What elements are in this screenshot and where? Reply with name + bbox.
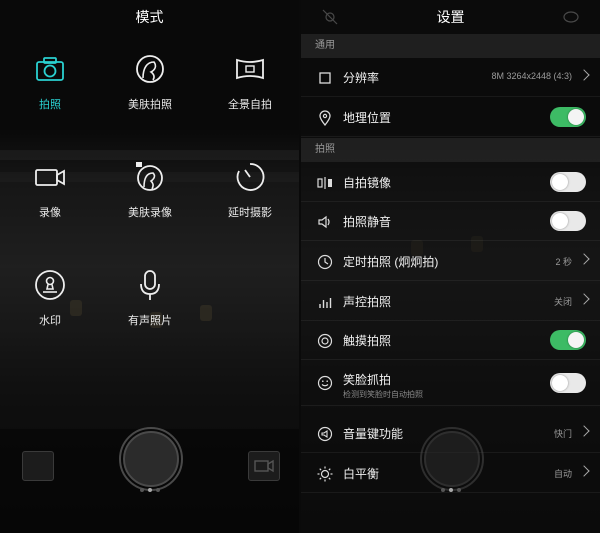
mode-watermark[interactable]: 水印 <box>0 268 100 328</box>
microphone-icon <box>140 270 160 300</box>
setting-label: 触摸拍照 <box>343 334 392 348</box>
mode-sound-photo[interactable]: 有声照片 <box>100 268 200 328</box>
camera-icon <box>36 57 64 81</box>
video-camera-icon <box>254 459 274 473</box>
gallery-thumbnail[interactable] <box>22 451 54 481</box>
setting-row-location[interactable]: 地理位置 <box>301 98 600 137</box>
section-header-photo: 拍照 <box>301 138 600 162</box>
setting-label: 自拍镜像 <box>343 176 392 190</box>
mode-video[interactable]: 录像 <box>0 160 100 220</box>
mode-panorama-selfie[interactable]: 全景自拍 <box>200 52 299 112</box>
smile-icon <box>317 375 333 391</box>
setting-label: 白平衡 <box>343 467 380 481</box>
square-icon <box>319 72 331 84</box>
sun-icon <box>317 466 333 482</box>
setting-label: 音量键功能 <box>343 427 404 441</box>
mode-beauty-video[interactable]: 美肤录像 <box>100 160 200 220</box>
setting-row-silent-shutter[interactable]: 拍照静音 <box>301 202 600 241</box>
page-indicator <box>130 479 170 497</box>
settings-title: 设置 <box>436 9 465 25</box>
setting-label: 拍照静音 <box>343 215 392 229</box>
setting-row-voice-control[interactable]: 声控拍照 关闭 <box>301 282 600 321</box>
setting-row-selfie-mirror[interactable]: 自拍镜像 <box>301 163 600 202</box>
mode-label: 延时摄影 <box>228 207 272 219</box>
clock-icon <box>317 254 333 270</box>
watermark-stamp-icon <box>35 270 65 300</box>
selfie-mirror-toggle[interactable] <box>550 172 586 192</box>
mode-beauty-photo[interactable]: 美肤拍照 <box>100 52 200 112</box>
chevron-right-icon <box>578 425 590 437</box>
mode-label: 全景自拍 <box>228 99 272 111</box>
location-toggle[interactable] <box>550 107 586 127</box>
setting-row-resolution[interactable]: 分辨率 8M 3264x2448 (4:3) <box>301 58 600 97</box>
setting-label: 地理位置 <box>343 111 392 125</box>
setting-label: 笑脸抓拍 <box>343 373 392 387</box>
touch-ring-icon <box>317 333 333 349</box>
setting-value: 关闭 <box>553 297 572 307</box>
setting-label: 定时拍照 (炯炯拍) <box>343 255 439 269</box>
setting-row-smile-capture[interactable]: 笑脸抓拍 检测到笑脸时自动拍照 <box>301 361 600 406</box>
mode-label: 拍照 <box>39 99 61 111</box>
beauty-video-icon <box>136 162 163 191</box>
smile-capture-toggle[interactable] <box>550 373 586 393</box>
setting-sublabel: 检测到笑脸时自动拍照 <box>343 390 423 399</box>
chevron-right-icon <box>578 253 590 265</box>
sound-bars-icon <box>319 298 332 308</box>
setting-label: 分辨率 <box>343 71 380 85</box>
mode-panel: 模式 拍照 美肤拍照 全景自拍 录像 美肤录像 延时摄影 水印 有声照片 <box>0 0 299 533</box>
setting-value: 2 秒 <box>555 257 572 267</box>
chevron-right-icon <box>578 465 590 477</box>
silent-shutter-toggle[interactable] <box>550 211 586 231</box>
location-pin-icon <box>319 110 331 126</box>
volume-key-icon <box>317 426 333 442</box>
mode-label: 有声照片 <box>128 315 172 327</box>
setting-row-touch-shot[interactable]: 触摸拍照 <box>301 321 600 360</box>
video-switch-button[interactable] <box>248 451 280 481</box>
setting-row-timer[interactable]: 定时拍照 (炯炯拍) 2 秒 <box>301 242 600 281</box>
mode-label: 美肤录像 <box>128 207 172 219</box>
setting-value: 自动 <box>553 469 572 479</box>
mode-label: 水印 <box>39 315 61 327</box>
switch-camera-icon <box>563 11 579 23</box>
setting-value: 8M 3264x2448 (4:3) <box>491 71 572 81</box>
settings-panel: 设置 通用 分辨率 8M 3264x2448 (4:3) 地理位置 拍照 自拍镜… <box>301 0 600 533</box>
setting-value: 快门 <box>553 429 572 439</box>
panorama-icon <box>236 58 264 80</box>
setting-label: 声控拍照 <box>343 295 392 309</box>
beauty-face-icon <box>136 55 164 83</box>
video-camera-icon <box>35 169 65 186</box>
timelapse-icon <box>236 163 265 191</box>
chevron-right-icon <box>578 69 590 81</box>
section-header-general: 通用 <box>301 34 600 58</box>
touch-shot-toggle[interactable] <box>550 330 586 350</box>
page-indicator <box>431 479 471 497</box>
mode-timelapse[interactable]: 延时摄影 <box>200 160 299 220</box>
chevron-right-icon <box>578 293 590 305</box>
mode-photo[interactable]: 拍照 <box>0 52 100 112</box>
speaker-icon <box>318 215 330 229</box>
mode-label: 录像 <box>39 207 61 219</box>
mode-label: 美肤拍照 <box>128 99 172 111</box>
mode-title: 模式 <box>135 9 164 25</box>
mirror-icon <box>317 177 332 189</box>
